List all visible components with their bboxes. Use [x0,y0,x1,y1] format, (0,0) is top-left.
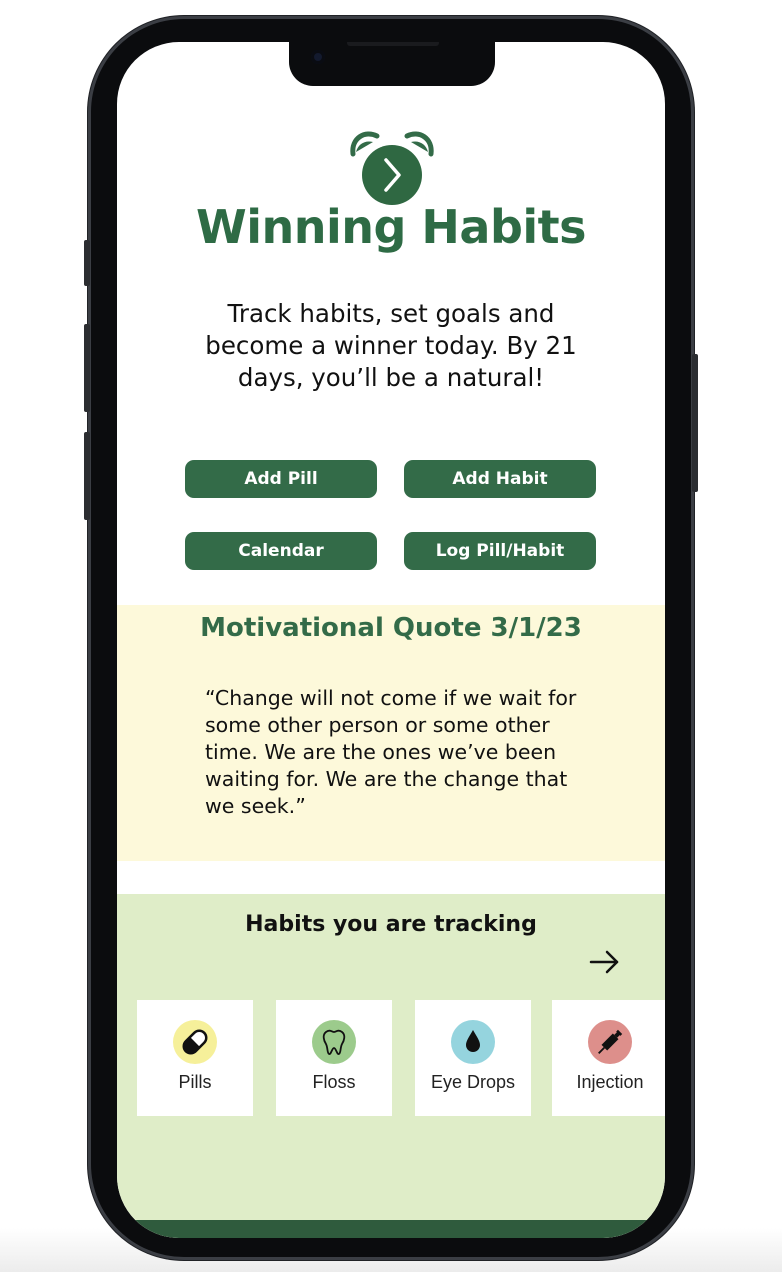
bottom-nav-bar [117,1220,665,1238]
add-habit-button[interactable]: Add Habit [404,460,596,498]
arrow-right-icon[interactable] [587,946,623,978]
habits-panel: Habits you are tracking Pills Floss Eye … [117,894,665,1238]
habit-card-floss[interactable]: Floss [276,1000,392,1116]
notch [289,42,495,86]
habit-label-pills: Pills [178,1072,212,1092]
tagline: Track habits, set goals and become a win… [205,299,577,392]
calendar-button[interactable]: Calendar [185,532,377,570]
habit-label-eye-drops: Eye Drops [430,1072,516,1092]
quote-panel: Motivational Quote 3/1/23 “Change will n… [117,605,665,861]
app-title: Winning Habits [195,200,587,254]
volume-up-button [84,324,90,412]
habit-card-pills[interactable]: Pills [137,1000,253,1116]
quote-text: “Change will not come if we wait for som… [205,686,577,818]
front-camera [311,50,325,64]
power-button [692,354,698,492]
tooth-icon [312,1020,356,1064]
log-pill-habit-button[interactable]: Log Pill/Habit [404,532,596,570]
mute-switch [84,240,90,286]
habit-card-eye-drops[interactable]: Eye Drops [415,1000,531,1116]
app-screen: Winning Habits Track habits, set goals a… [117,42,665,1238]
pill-icon [173,1020,217,1064]
habit-card-injection[interactable]: Injection [552,1000,665,1116]
syringe-icon [588,1020,632,1064]
add-pill-button[interactable]: Add Pill [185,460,377,498]
earpiece-speaker [347,42,439,46]
drop-icon [451,1020,495,1064]
habit-label-injection: Injection [576,1072,644,1092]
volume-down-button [84,432,90,520]
habit-label-floss: Floss [312,1072,356,1092]
habits-title: Habits you are tracking [245,912,537,937]
quote-title: Motivational Quote 3/1/23 [200,613,582,643]
